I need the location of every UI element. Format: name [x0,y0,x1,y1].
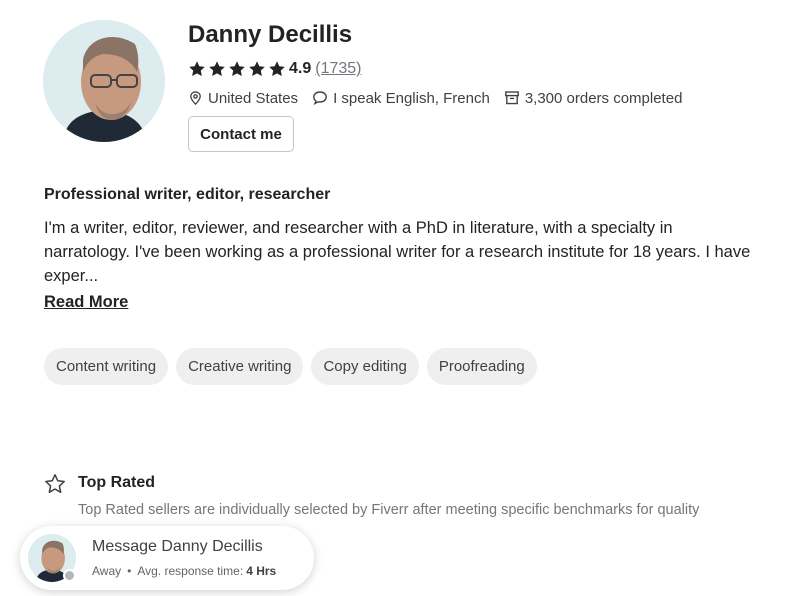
seller-name: Danny Decillis [188,21,353,48]
star-icon [209,61,225,77]
response-value: 4 Hrs [246,564,277,578]
separator-dot: • [127,564,132,578]
orders-item: 3,300 orders completed [504,89,683,107]
orders-text: 3,300 orders completed [524,89,683,107]
location-pin-icon [190,91,201,105]
skill-tag[interactable]: Content writing [44,348,169,385]
star-icon [229,61,245,77]
languages-text: I speak English, French [333,89,490,107]
away-status-dot [63,569,76,582]
profile-avatar [43,20,165,142]
chat-bubble-icon [313,91,327,106]
rating-row: 4.9 (1735) [188,59,362,79]
message-title: Message Danny Decillis [92,538,263,555]
star-icon [269,61,285,77]
archive-box-icon [504,91,519,105]
response-label: Avg. response time: [137,564,244,578]
location-text: United States [208,89,299,107]
seller-description: I'm a writer, editor, reviewer, and rese… [44,219,751,285]
star-icon [189,61,205,77]
badge-title: Top Rated [78,474,156,491]
message-status: Away • Avg. response time: 4 Hrs [92,564,276,578]
rating-stars [188,60,286,78]
rating-value: 4.9 [289,60,312,77]
seller-headline: Professional writer, editor, researcher [44,186,331,203]
read-more-link[interactable]: Read More [44,293,128,312]
languages-item: I speak English, French [312,90,490,107]
contact-me-button[interactable]: Contact me [188,116,294,152]
status-text: Away [92,564,122,578]
star-outline-icon [45,474,65,494]
star-icon [249,61,265,77]
badge-description: Top Rated sellers are individually selec… [78,502,700,518]
skill-tag[interactable]: Proofreading [426,348,537,385]
location-item: United States [188,90,298,107]
seller-meta: United States I speak English, French 3,… [188,88,696,108]
message-seller-bubble[interactable]: Message Danny Decillis Away • Avg. respo… [20,526,314,590]
skills-list: Content writing Creative writing Copy ed… [44,348,537,385]
skill-tag[interactable]: Copy editing [311,348,419,385]
review-count-link[interactable]: (1735) [315,60,361,78]
skill-tag[interactable]: Creative writing [176,348,304,385]
